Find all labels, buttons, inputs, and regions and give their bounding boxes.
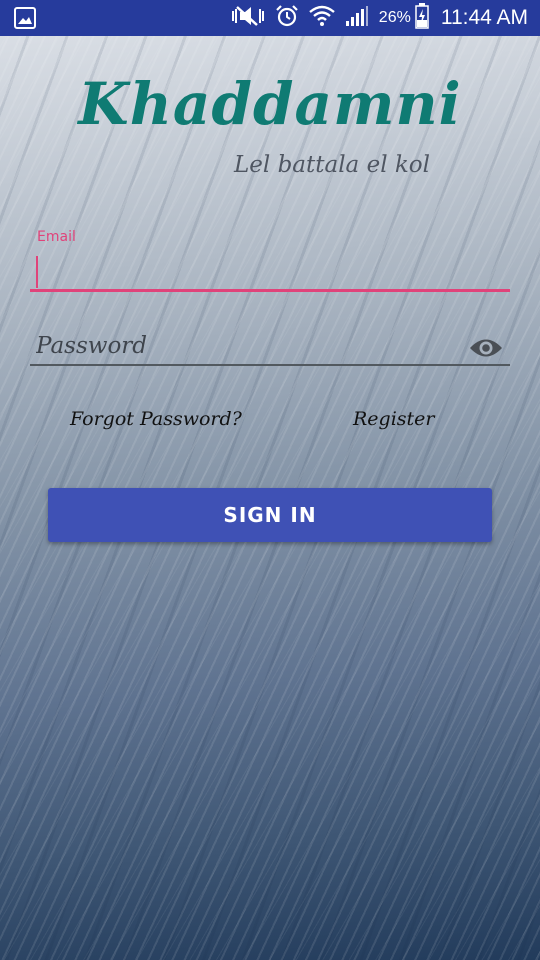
text-cursor <box>36 256 38 288</box>
wifi-icon <box>309 4 335 32</box>
email-field[interactable] <box>30 250 510 292</box>
battery-percent: 26% <box>378 9 411 26</box>
sign-in-button[interactable]: SIGN IN <box>48 488 492 542</box>
status-bar: 26% 11:44 AM <box>0 0 540 36</box>
mute-vibrate-icon <box>231 5 265 31</box>
signal-icon <box>345 5 369 31</box>
rain-background <box>0 0 540 960</box>
gallery-icon <box>14 7 36 29</box>
clock: 11:44 AM <box>440 6 528 29</box>
alarm-icon <box>275 4 299 32</box>
app-subtitle: Lel battala el kol <box>234 152 430 178</box>
battery-charging-icon <box>415 3 429 33</box>
password-field[interactable] <box>30 328 510 366</box>
eye-icon[interactable] <box>469 335 503 361</box>
forgot-password-link[interactable]: Forgot Password? <box>70 408 242 430</box>
register-link[interactable]: Register <box>353 408 435 430</box>
app-title: Khaddamni <box>78 70 462 138</box>
email-label: Email <box>37 229 76 245</box>
